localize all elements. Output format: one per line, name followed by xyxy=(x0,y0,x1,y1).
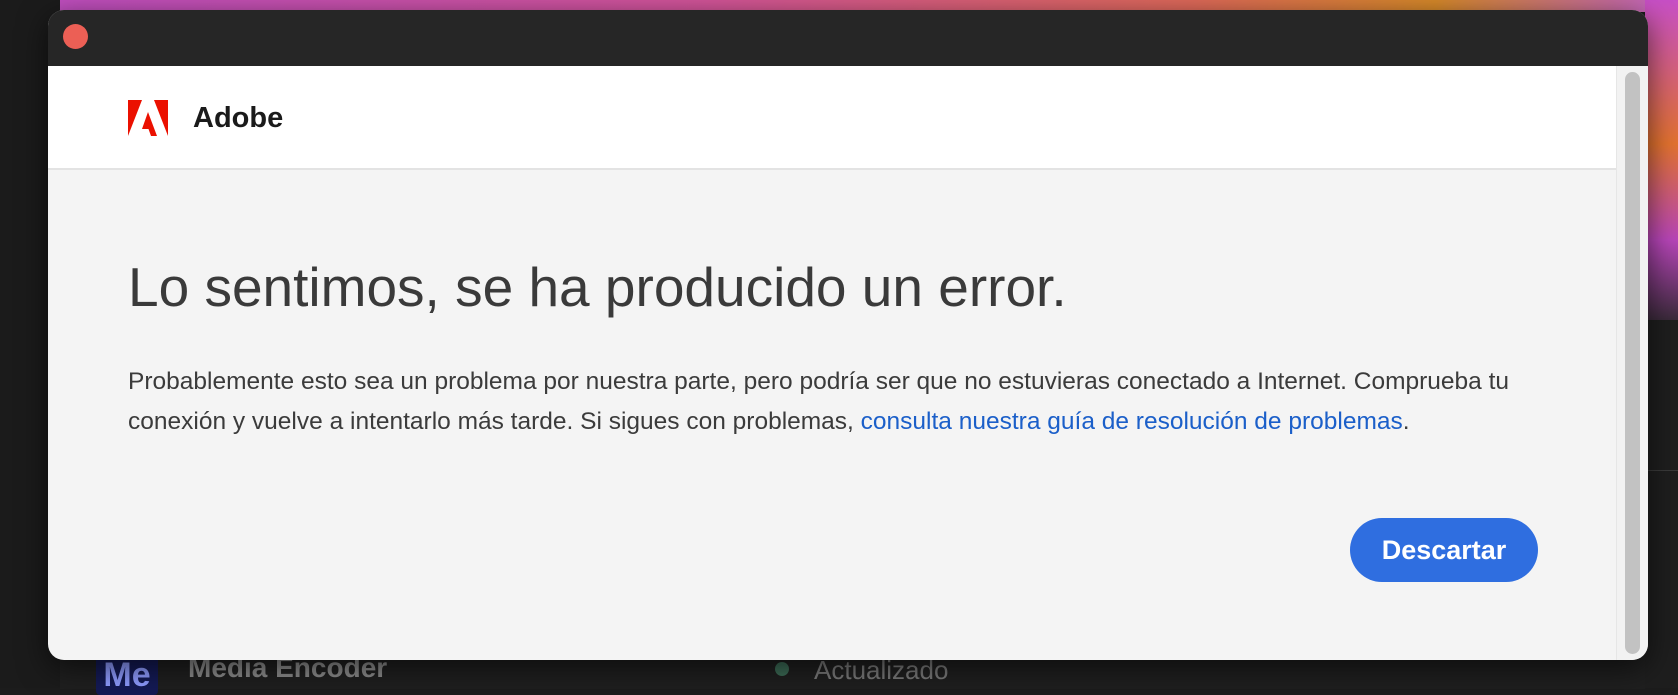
background-artwork-panel xyxy=(1645,0,1678,320)
media-encoder-icon: Me xyxy=(96,655,158,695)
background-side-panel xyxy=(1645,320,1678,688)
adobe-logo-icon xyxy=(128,100,168,136)
dialog-titlebar xyxy=(48,10,1648,66)
error-title: Lo sentimos, se ha producido un error. xyxy=(128,256,1067,318)
dialog-header: Adobe xyxy=(48,66,1616,170)
error-message-end: . xyxy=(1402,408,1410,435)
window-close-button[interactable] xyxy=(63,24,88,49)
error-message: Probablemente esto sea un problema por n… xyxy=(128,362,1598,442)
brand-name: Adobe xyxy=(193,102,284,134)
status-dot-icon xyxy=(775,662,789,676)
error-dialog: Adobe Lo sentimos, se ha producido un er… xyxy=(48,10,1648,660)
dialog-scrollbar-thumb[interactable] xyxy=(1625,72,1640,654)
troubleshooting-guide-link[interactable]: consulta nuestra guía de resolución de p… xyxy=(861,408,1403,435)
dismiss-button[interactable]: Descartar xyxy=(1350,518,1538,582)
background-divider xyxy=(1645,470,1678,471)
